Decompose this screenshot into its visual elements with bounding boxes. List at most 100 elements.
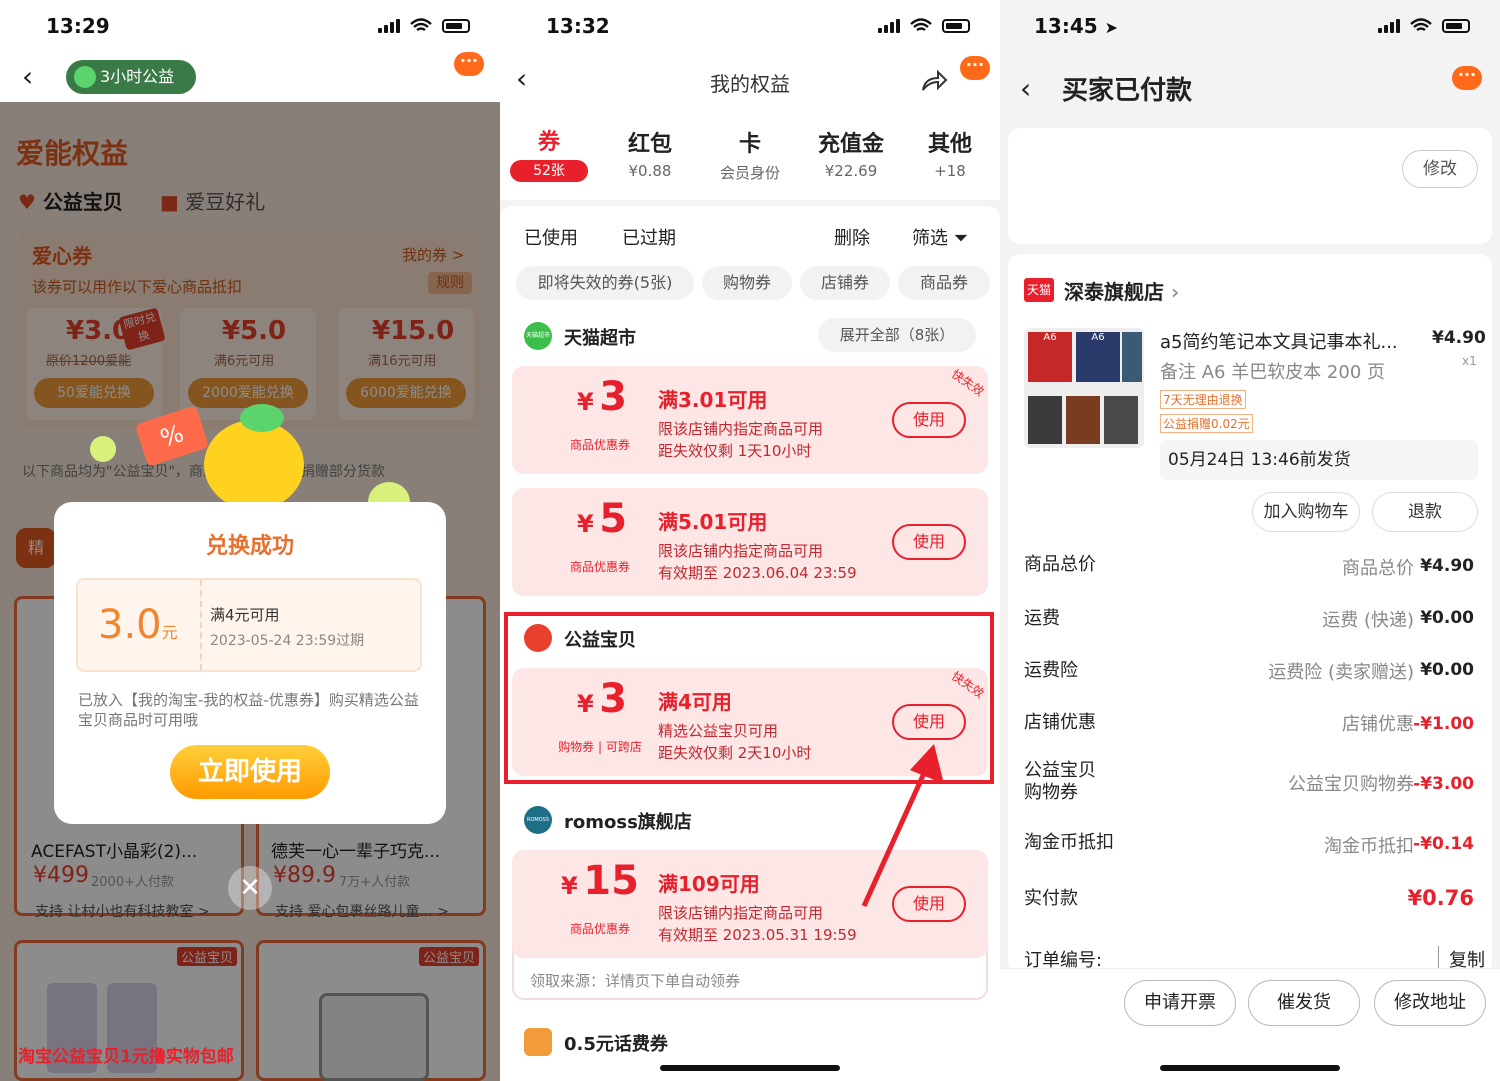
chip-store[interactable]: 店铺券 <box>800 266 890 300</box>
expiring-flag: 快失效 <box>948 366 987 399</box>
coupon-amount: ¥ 3 <box>552 374 652 420</box>
chevron-right-icon: › <box>1170 280 1180 304</box>
coupon-condition: 满109可用 <box>658 872 760 896</box>
tmall-icon: 天猫 <box>1024 278 1054 302</box>
wifi-icon <box>910 18 932 31</box>
charity-hours-label: 3小时公益 <box>100 67 175 86</box>
yen-sign: ¥ <box>576 388 594 416</box>
panel-my-rights: 13:32 ‹ 我的权益 ··· 券 52张 红包 ¥0.88 卡 会员身份 充… <box>500 0 1000 1081</box>
close-icon[interactable]: ✕ <box>228 866 272 910</box>
invoice-button[interactable]: 申请开票 <box>1124 980 1236 1026</box>
mascot-image <box>204 420 304 510</box>
coupon-condition: 满5.01可用 <box>658 510 768 534</box>
use-now-button[interactable]: 立即使用 <box>170 745 330 799</box>
modal-coupon: 3.0元 满4元可用 2023-05-24 23:59过期 <box>76 578 422 672</box>
urge-ship-button[interactable]: 催发货 <box>1248 980 1360 1026</box>
red-arrow-annotation <box>861 744 944 908</box>
signal-icon <box>1378 19 1400 33</box>
shop-name: 公益宝贝 <box>564 630 636 651</box>
product-price: ¥4.90 <box>1432 328 1486 348</box>
expand-all-button[interactable]: 展开全部（8张） <box>818 318 976 352</box>
chip-shopping[interactable]: 购物券 <box>702 266 792 300</box>
tab-coupons-count: 52张 <box>510 160 588 182</box>
filter-button[interactable]: 筛选 ⏷ <box>912 224 968 250</box>
value-unit: 元 <box>161 623 178 642</box>
exchange-success-modal: 兑换成功 3.0元 满4元可用 2023-05-24 23:59过期 已放入【我… <box>54 502 446 824</box>
tab-card[interactable]: 卡 <box>710 126 790 158</box>
modal-title: 兑换成功 <box>205 534 294 559</box>
wifi-icon <box>410 18 432 31</box>
use-button[interactable]: 使用 <box>892 704 966 740</box>
panel-order-detail: 13:45 ➤ ‹ 买家已付款 ··· 修改 天猫 深泰旗舰店 › A6 A6 … <box>1000 0 1500 1081</box>
mascot-leaf <box>240 404 284 432</box>
back-icon[interactable]: ‹ <box>22 60 33 93</box>
coupon-item: ¥ 3 商品优惠券 满3.01可用 限该店铺内指定商品可用 距失效仅剩 1天10… <box>512 366 988 474</box>
battery-icon <box>442 19 470 33</box>
coupon-condition: 满3.01可用 <box>658 388 768 412</box>
back-icon[interactable]: ‹ <box>1020 72 1031 105</box>
edit-address-button[interactable]: 修改 <box>1402 150 1478 188</box>
leaf-icon <box>74 66 96 88</box>
shop-name: 深泰旗舰店 <box>1064 280 1164 304</box>
shop-name: romoss旗舰店 <box>564 812 692 833</box>
use-button[interactable]: 使用 <box>892 402 966 438</box>
tab-coupons[interactable]: 券 <box>510 124 588 156</box>
modal-coupon-condition: 满4元可用 <box>210 606 280 624</box>
romoss-logo-icon: ROMOSS <box>524 806 552 834</box>
filter-used[interactable]: 已使用 <box>524 224 578 250</box>
funnel-icon: ⏷ <box>953 228 969 249</box>
share-icon[interactable] <box>920 68 948 92</box>
product-image[interactable]: A6 A6 <box>1024 328 1144 448</box>
battery-icon <box>1442 19 1470 33</box>
yen-sign: ¥ <box>561 872 578 900</box>
more-menu-icon[interactable]: ··· <box>454 52 484 76</box>
charity-hours-badge[interactable]: 3小时公益 <box>66 60 196 94</box>
row-label: 店铺优惠 <box>1024 712 1096 733</box>
row-label: 淘金币抵扣 <box>1024 832 1114 853</box>
amount-number: 15 <box>583 858 639 904</box>
ship-deadline: 05月24日 13:46前发货 <box>1160 440 1478 480</box>
coupon-type: 购物券 | 可跨店 <box>558 740 642 754</box>
filter-expired[interactable]: 已过期 <box>622 224 676 250</box>
donation-tag: 公益捐赠0.02元 <box>1160 414 1253 433</box>
row-value: -¥3.00 <box>1413 774 1474 794</box>
notebook-gray <box>1104 396 1138 444</box>
filter-label: 筛选 <box>912 228 948 249</box>
notebook-navy: A6 <box>1076 332 1120 382</box>
coupon-source: 领取来源：详情页下单自动领券 <box>530 972 741 990</box>
home-indicator <box>660 1065 840 1071</box>
refund-button[interactable]: 退款 <box>1372 492 1478 532</box>
tab-redpacket[interactable]: 红包 <box>610 126 690 158</box>
more-menu-icon[interactable]: ··· <box>1452 66 1482 90</box>
row-mid: 公益宝贝购物券 <box>1288 774 1414 795</box>
coupon-type: 商品优惠券 <box>569 438 630 452</box>
change-address-button[interactable]: 修改地址 <box>1374 980 1486 1026</box>
coupon-line1: 限该店铺内指定商品可用 <box>658 542 824 560</box>
coupon-line1: 精选公益宝贝可用 <box>658 722 779 740</box>
location-icon: ➤ <box>1104 18 1119 37</box>
row-mid: 淘金币抵扣 <box>1324 836 1414 857</box>
chip-expiring[interactable]: 即将失效的券(5张) <box>516 266 694 300</box>
row-mid: 商品总价 <box>1342 558 1414 579</box>
chip-product[interactable]: 商品券 <box>898 266 990 300</box>
add-to-cart-button[interactable]: 加入购物车 <box>1252 492 1360 532</box>
time-text: 13:45 <box>1034 14 1098 38</box>
coupon-type: 商品优惠券 <box>569 560 630 574</box>
status-time: 13:29 <box>46 14 110 38</box>
delete-button[interactable]: 删除 <box>834 224 870 250</box>
more-menu-icon[interactable]: ··· <box>960 56 990 80</box>
tab-other[interactable]: 其他 <box>910 126 990 158</box>
signal-icon <box>878 19 900 33</box>
coupon-line1: 限该店铺内指定商品可用 <box>658 904 824 922</box>
use-button[interactable]: 使用 <box>892 524 966 560</box>
tab-card-sub: 会员身份 <box>719 164 780 182</box>
notebook-blue <box>1122 332 1142 382</box>
product-title[interactable]: a5简约笔记本文具记事本礼... <box>1160 328 1398 354</box>
tab-recharge[interactable]: 充值金 <box>806 126 896 158</box>
status-time: 13:45 ➤ <box>1034 14 1118 38</box>
coupon-amount: ¥ 15 <box>540 858 660 904</box>
modal-coupon-expire: 2023-05-24 23:59过期 <box>210 633 365 649</box>
row-mid: 店铺优惠 <box>1342 714 1414 735</box>
shop-link[interactable]: 深泰旗舰店 › <box>1064 276 1179 305</box>
coupon-amount: ¥ 3 <box>552 676 652 722</box>
